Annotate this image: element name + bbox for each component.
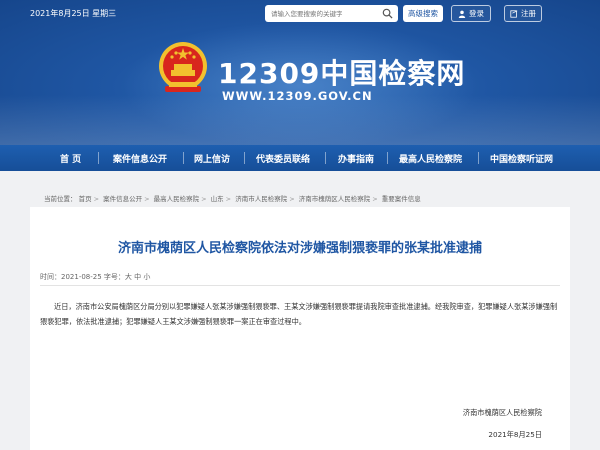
search-input[interactable] (265, 6, 375, 21)
national-emblem-icon (159, 42, 207, 92)
register-button[interactable]: 注册 (504, 5, 542, 22)
article-meta: 时间：2021-08-25 字号：大 中 小 (40, 273, 151, 281)
edit-icon (510, 9, 518, 18)
nav-service-guide[interactable]: 办事指南 (338, 152, 374, 165)
main-nav: 首 页 案件信息公开 网上信访 代表委员联络 办事指南 最高人民检察院 中国检察… (0, 145, 600, 171)
login-button[interactable]: 登录 (451, 5, 491, 22)
breadcrumb-item[interactable]: 重要案件信息 (382, 195, 421, 203)
breadcrumb-label: 当前位置： (44, 195, 77, 203)
breadcrumb-item[interactable]: 最高人民检察院 (154, 195, 200, 203)
site-logo-url: WWW.12309.GOV.CN (222, 89, 373, 103)
breadcrumb: 当前位置： 首页 > 案件信息公开 > 最高人民检察院 > 山东 > 济南市人民检察院 >… (44, 195, 421, 203)
site-header: 2021年8月25日 星期三 高级搜索 登录 注册 (0, 0, 600, 145)
register-label: 注册 (521, 9, 536, 18)
breadcrumb-item[interactable]: 济南市人民检察院 (235, 195, 287, 203)
nav-divider (183, 152, 184, 164)
breadcrumb-item[interactable]: 济南市槐荫区人民检察院 (299, 195, 371, 203)
article-body: 近日，济南市公安局槐荫区分局分别以犯罪嫌疑人张某涉嫌强制猥亵罪、王某文涉嫌强制猥… (40, 302, 558, 326)
nav-case-info[interactable]: 案件信息公开 (113, 152, 167, 165)
article-title: 济南市槐荫区人民检察院依法对涉嫌强制猥亵罪的张某批准逮捕 (117, 241, 482, 256)
user-icon (458, 10, 466, 18)
nav-hearing[interactable]: 中国检察听证网 (490, 152, 553, 165)
nav-online-petition[interactable]: 网上信访 (194, 152, 230, 165)
nav-deputy-liaison[interactable]: 代表委员联络 (256, 152, 310, 165)
nav-divider (98, 152, 99, 164)
advanced-search-button[interactable]: 高级搜索 (403, 5, 443, 22)
nav-divider (244, 152, 245, 164)
nav-home[interactable]: 首 页 (60, 152, 81, 165)
article-signature-date: 2021年8月25日 (488, 430, 542, 439)
article-card: 济南市槐荫区人民检察院依法对涉嫌强制猥亵罪的张某批准逮捕 时间：2021-08-… (30, 207, 570, 450)
nav-divider (478, 152, 479, 164)
article-signature-org: 济南市槐荫区人民检察院 (462, 408, 542, 417)
login-label: 登录 (469, 9, 484, 18)
breadcrumb-item[interactable]: 案件信息公开 (103, 195, 142, 203)
breadcrumb-item[interactable]: 山东 (211, 195, 224, 203)
site-logo-title[interactable]: 12309中国检察网 (218, 52, 465, 92)
breadcrumb-item[interactable]: 首页 (79, 195, 92, 203)
nav-spp[interactable]: 最高人民检察院 (399, 152, 462, 165)
search-icon[interactable] (382, 8, 393, 19)
article-divider (40, 285, 560, 286)
nav-divider (387, 152, 388, 164)
nav-divider (325, 152, 326, 164)
current-date: 2021年8月25日 星期三 (30, 9, 117, 18)
search-box[interactable] (265, 5, 398, 22)
